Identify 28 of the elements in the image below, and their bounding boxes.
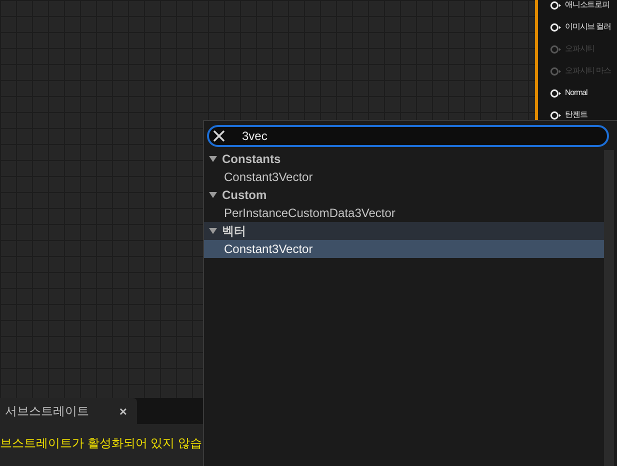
pin-icon[interactable] [550, 110, 561, 120]
warning-message: 브스트레이트가 활성화되어 있지 않습 [0, 435, 203, 452]
pin-label: 이미시브 컬러 [565, 21, 612, 33]
clear-icon[interactable] [212, 129, 226, 143]
category-label: Constants [222, 151, 281, 168]
category-label: 벡터 [222, 223, 246, 240]
pin-icon[interactable] [550, 0, 561, 10]
result-item[interactable]: Constant3Vector [204, 240, 604, 258]
pin-label: 애니소트로피 [565, 0, 610, 11]
caret-icon[interactable] [208, 191, 218, 199]
search-field[interactable]: 3vec [207, 125, 609, 147]
category-header[interactable]: Custom [204, 186, 604, 204]
result-item[interactable]: PerInstanceCustomData3Vector [204, 204, 604, 222]
result-item[interactable]: Constant3Vector [204, 168, 604, 186]
pin-label: 탄젠트 [565, 109, 588, 121]
pin-icon[interactable] [550, 22, 561, 32]
caret-icon[interactable] [208, 227, 218, 235]
pin-label: Normal [565, 87, 588, 99]
category-header[interactable]: 벡터 [204, 222, 604, 240]
scrollbar-track[interactable] [604, 150, 614, 466]
pin-icon[interactable] [550, 88, 561, 98]
panel-tab[interactable]: 서브스트레이트 × [0, 398, 137, 424]
close-button[interactable]: × [119, 404, 127, 418]
tab-label: 서브스트레이트 [5, 403, 89, 420]
category-label: Custom [222, 187, 267, 204]
category-header[interactable]: Constants [204, 150, 604, 168]
search-input[interactable]: 3vec [242, 127, 542, 145]
caret-icon[interactable] [208, 155, 218, 163]
